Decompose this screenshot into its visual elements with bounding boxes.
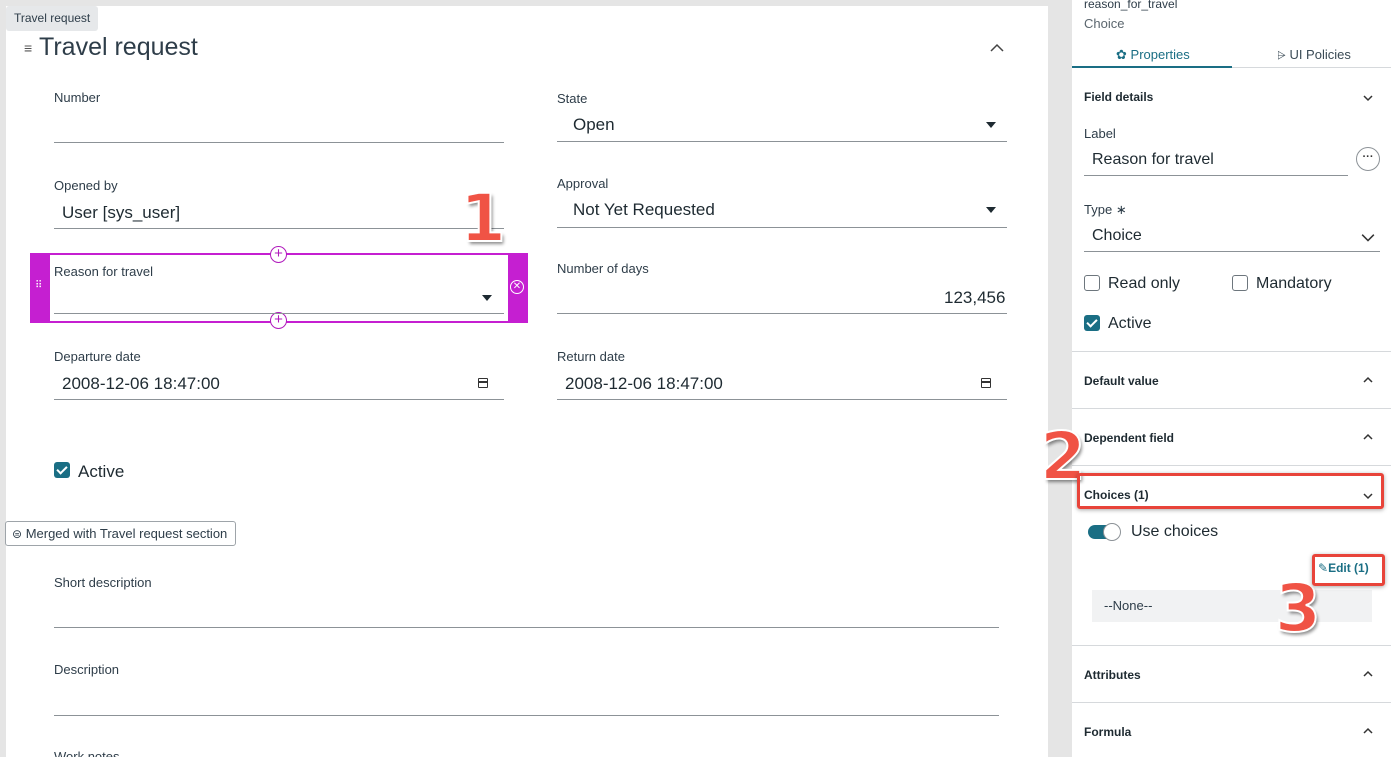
remove-field-icon[interactable]: ✕ xyxy=(510,280,524,294)
short-description-label: Short description xyxy=(54,575,152,590)
section-divider xyxy=(1072,702,1391,703)
section-attributes[interactable]: Attributes xyxy=(1084,668,1141,682)
use-choices-label: Use choices xyxy=(1131,523,1219,540)
drag-handle-icon[interactable]: ⠿ xyxy=(35,281,43,291)
active-label: Active xyxy=(78,462,125,481)
read-only-label: Read only xyxy=(1108,275,1181,292)
type-select[interactable] xyxy=(1084,251,1380,252)
approval-dropdown-icon[interactable] xyxy=(986,207,996,213)
active-tab-indicator xyxy=(1072,66,1232,68)
filter-icon: ⩥ xyxy=(1277,50,1286,62)
departure-value: 2008-12-06 18:47:00 xyxy=(62,374,220,393)
form-title: Travel request xyxy=(39,33,198,61)
read-only-checkbox[interactable] xyxy=(1084,275,1100,291)
active-checkbox[interactable] xyxy=(54,462,70,478)
section-formula[interactable]: Formula xyxy=(1084,725,1131,739)
number-of-days-field[interactable] xyxy=(557,313,1007,314)
calendar-icon[interactable] xyxy=(981,378,991,388)
chevron-up-icon[interactable] xyxy=(1362,668,1374,680)
label-field-label: Label xyxy=(1084,126,1116,141)
state-label: State xyxy=(557,91,588,106)
type-label: Type ∗ xyxy=(1084,202,1127,218)
section-default-value[interactable]: Default value xyxy=(1084,374,1159,388)
active-label: Active xyxy=(1108,315,1152,332)
section-dependent-field[interactable]: Dependent field xyxy=(1084,431,1174,445)
field-name: reason_for_travel xyxy=(1084,0,1178,11)
collapse-section-icon[interactable] xyxy=(988,39,1006,57)
type-label-text: Type xyxy=(1084,202,1113,217)
section-field-details[interactable]: Field details xyxy=(1084,90,1153,104)
merged-tag-label: Merged with Travel request section xyxy=(25,526,228,541)
opened-by-label: Opened by xyxy=(54,178,118,193)
chevron-up-icon[interactable] xyxy=(1362,725,1374,737)
more-options-button[interactable]: ··· xyxy=(1356,147,1380,171)
choice-list-item[interactable]: --None-- xyxy=(1092,590,1372,622)
field-type: Choice xyxy=(1084,16,1125,31)
state-dropdown-icon[interactable] xyxy=(986,122,996,128)
tab-ui-policies-label: UI Policies xyxy=(1289,47,1351,62)
approval-select[interactable] xyxy=(557,227,1007,228)
toggle-knob[interactable] xyxy=(1103,523,1121,541)
tab-properties[interactable]: ✿ Properties xyxy=(1116,47,1190,63)
return-value: 2008-12-06 18:47:00 xyxy=(565,374,723,393)
add-field-below-icon[interactable]: + xyxy=(270,312,287,329)
type-value: Choice xyxy=(1092,227,1142,244)
calendar-icon[interactable] xyxy=(478,378,488,388)
tab-properties-label: Properties xyxy=(1130,47,1190,62)
number-of-days-value: 123,456 xyxy=(944,288,1006,307)
section-divider xyxy=(1072,645,1391,646)
chevron-down-icon[interactable] xyxy=(1361,230,1375,244)
chevron-up-icon[interactable] xyxy=(1362,374,1374,386)
description-label: Description xyxy=(54,662,120,677)
approval-label: Approval xyxy=(557,176,609,191)
number-of-days-label: Number of days xyxy=(557,261,649,276)
mandatory-checkbox[interactable] xyxy=(1232,275,1248,291)
merged-section-tag[interactable]: ⊜ Merged with Travel request section xyxy=(5,521,237,546)
short-description-field[interactable] xyxy=(54,627,999,628)
mandatory-label: Mandatory xyxy=(1256,275,1332,292)
section-divider xyxy=(1072,465,1391,466)
work-notes-label: Work notes xyxy=(54,749,120,757)
opened-by-field[interactable] xyxy=(54,228,504,229)
tab-ui-policies[interactable]: ⩥ UI Policies xyxy=(1277,47,1351,63)
drag-section-icon[interactable]: ≡ xyxy=(24,40,32,56)
annotation-highlight-choices xyxy=(1077,473,1384,509)
opened-by-value: User [sys_user] xyxy=(62,203,181,222)
return-label: Return date xyxy=(557,349,625,364)
chevron-up-icon[interactable] xyxy=(1362,431,1374,443)
section-tag[interactable]: Travel request xyxy=(6,6,99,31)
departure-label: Departure date xyxy=(54,349,141,364)
label-field-value: Reason for travel xyxy=(1092,151,1214,168)
panel-gutter xyxy=(1048,0,1072,757)
label-input[interactable] xyxy=(1084,175,1348,176)
annotation-highlight-edit xyxy=(1312,554,1385,586)
section-divider xyxy=(1072,351,1391,352)
number-label: Number xyxy=(54,90,101,105)
departure-field[interactable] xyxy=(54,399,504,400)
add-field-above-icon[interactable]: + xyxy=(270,246,287,263)
gear-icon: ✿ xyxy=(1116,47,1127,62)
state-value: Open xyxy=(573,115,615,134)
reason-dropdown-icon[interactable] xyxy=(482,295,492,301)
reason-label: Reason for travel xyxy=(54,264,153,279)
merge-icon: ⊜ xyxy=(12,527,23,541)
required-mark: ∗ xyxy=(1115,202,1127,217)
return-field[interactable] xyxy=(557,399,1007,400)
section-divider xyxy=(1072,408,1391,409)
description-field[interactable] xyxy=(54,715,999,716)
active-checkbox[interactable] xyxy=(1084,315,1100,331)
annotation-number-1: 1 xyxy=(459,179,507,258)
approval-value: Not Yet Requested xyxy=(573,200,715,219)
reason-select[interactable] xyxy=(54,313,504,314)
number-field[interactable] xyxy=(54,142,504,143)
chevron-down-icon[interactable] xyxy=(1362,92,1374,104)
state-select[interactable] xyxy=(557,141,1007,142)
